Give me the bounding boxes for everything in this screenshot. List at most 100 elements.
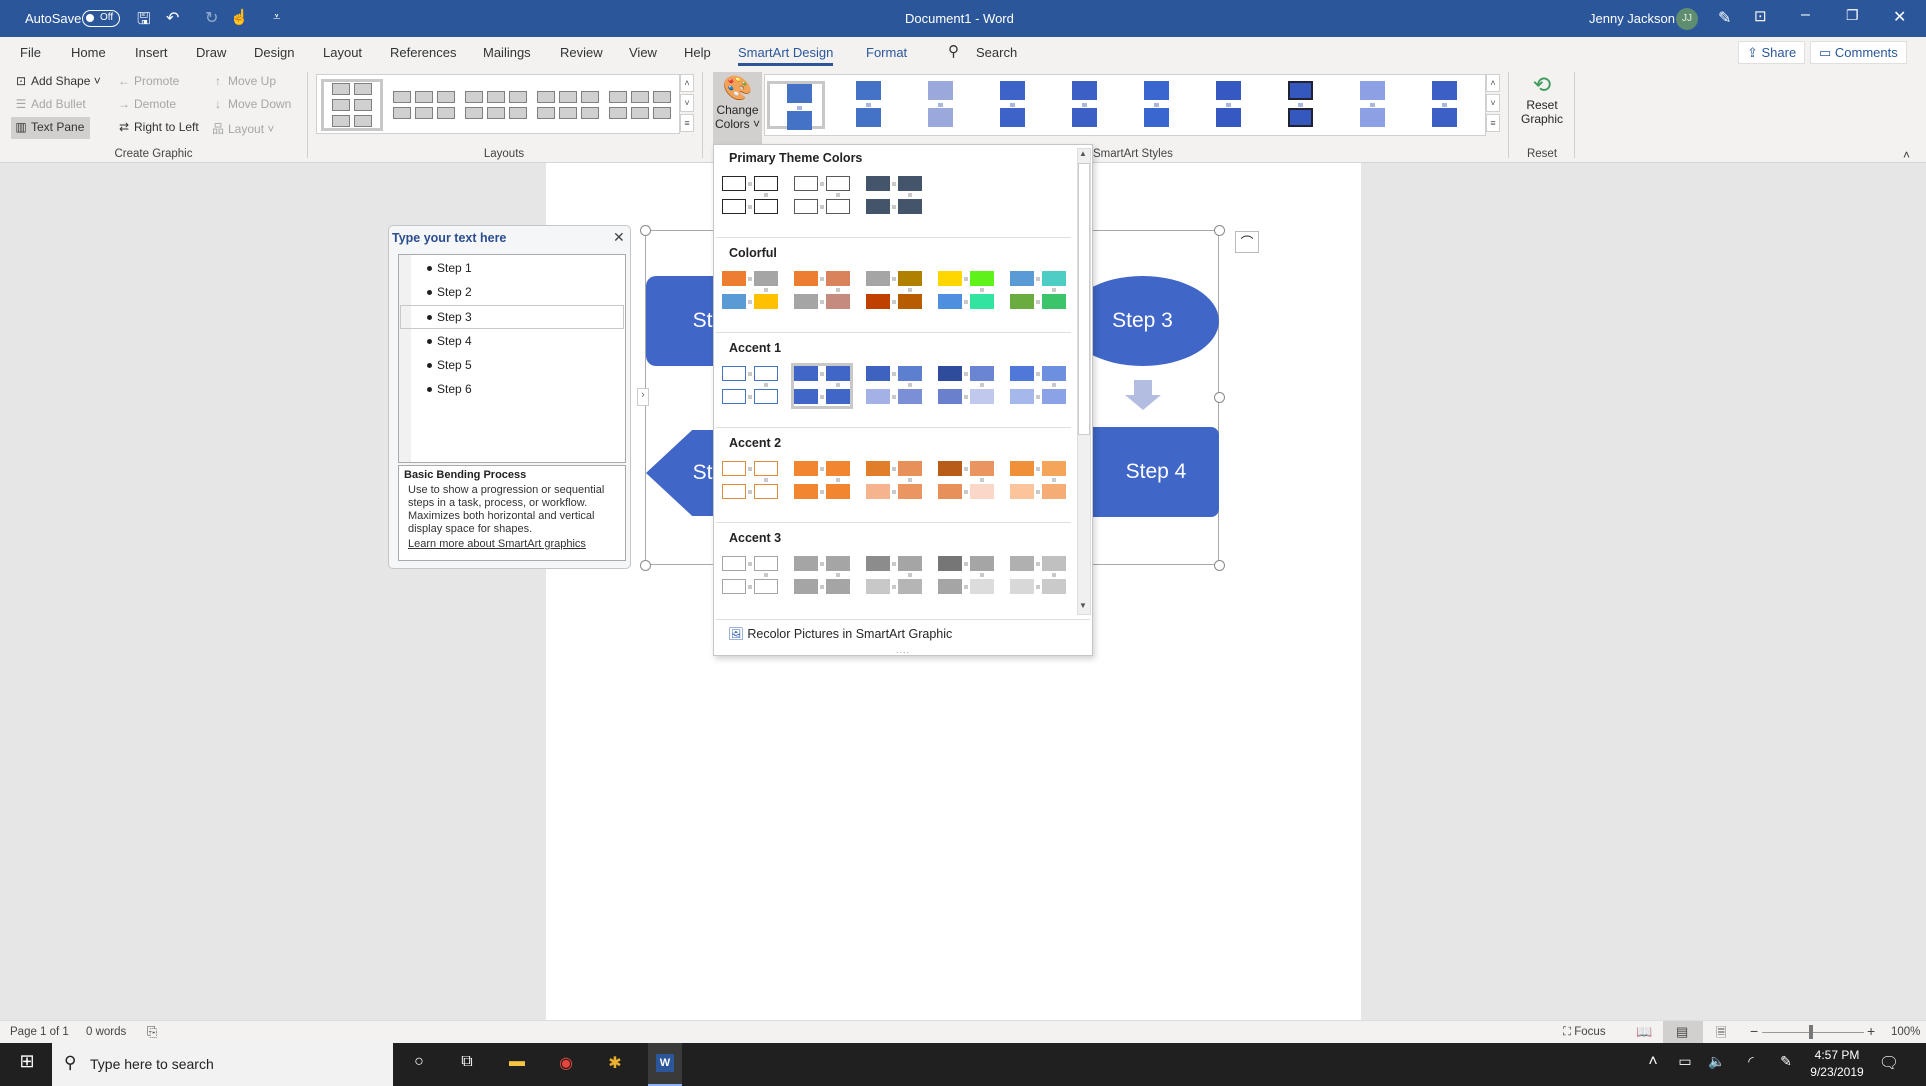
- tab-layout[interactable]: Layout: [323, 45, 362, 60]
- resize-handle[interactable]: [1214, 560, 1225, 571]
- tab-smartart-design[interactable]: SmartArt Design: [738, 45, 834, 66]
- resize-handle[interactable]: [640, 560, 651, 571]
- layout-thumbnail[interactable]: [465, 79, 527, 131]
- close-icon[interactable]: ✕: [613, 229, 625, 246]
- smartart-style-thumbnail[interactable]: [839, 81, 897, 129]
- share-button[interactable]: ⇪ Share: [1738, 41, 1806, 64]
- show-hidden-icons[interactable]: ˄: [1638, 1053, 1668, 1071]
- learn-more-link[interactable]: Learn more about SmartArt graphics: [404, 538, 620, 551]
- gallery-scroll-up[interactable]: ˄: [680, 74, 694, 92]
- scroll-down-icon[interactable]: ▼: [1079, 601, 1087, 610]
- layout-thumbnail[interactable]: [609, 79, 671, 131]
- chrome-icon[interactable]: ◉: [551, 1053, 581, 1073]
- list-item[interactable]: Step 6: [427, 382, 472, 396]
- restore-icon[interactable]: ❐: [1846, 7, 1859, 24]
- smartart-style-thumbnail[interactable]: [1271, 81, 1329, 129]
- layout-thumbnail[interactable]: [321, 79, 383, 131]
- right-to-left-button[interactable]: ⇄ Right to Left: [117, 120, 199, 134]
- tab-insert[interactable]: Insert: [135, 45, 168, 60]
- color-option[interactable]: [935, 553, 997, 599]
- color-option[interactable]: [935, 363, 997, 409]
- proofing-icon[interactable]: ⎘: [147, 1024, 157, 1040]
- page-count[interactable]: Page 1 of 1: [10, 1026, 69, 1038]
- layout-thumbnail[interactable]: [393, 79, 455, 131]
- word-count[interactable]: 0 words: [86, 1026, 126, 1038]
- color-option[interactable]: [863, 173, 925, 219]
- print-layout-button[interactable]: ▤: [1663, 1021, 1703, 1043]
- color-option[interactable]: [863, 268, 925, 314]
- color-option[interactable]: [719, 173, 781, 219]
- promote-button[interactable]: ← Promote: [117, 74, 179, 88]
- clock[interactable]: 4:57 PM 9/23/2019: [1808, 1047, 1866, 1081]
- smartart-style-thumbnail[interactable]: [1055, 81, 1113, 129]
- styles-scroll-down[interactable]: ˅: [1486, 94, 1500, 112]
- color-option[interactable]: [1007, 268, 1069, 314]
- slack-icon[interactable]: ✱: [600, 1053, 630, 1073]
- list-item[interactable]: Step 5: [427, 358, 472, 372]
- color-option[interactable]: [719, 268, 781, 314]
- text-pane-button[interactable]: ▥ Text Pane: [11, 117, 90, 139]
- close-icon[interactable]: ✕: [1893, 7, 1906, 27]
- styles-more[interactable]: ≡: [1486, 114, 1500, 132]
- tab-view[interactable]: View: [629, 45, 657, 60]
- color-option[interactable]: [791, 363, 853, 409]
- windows-start-icon[interactable]: ⊞: [12, 1051, 42, 1072]
- tab-help[interactable]: Help: [684, 45, 711, 60]
- gallery-scroll-down[interactable]: ˅: [680, 94, 694, 112]
- add-bullet-button[interactable]: ☰ Add Bullet: [14, 97, 86, 111]
- color-option[interactable]: [719, 553, 781, 599]
- zoom-in-icon[interactable]: +: [1867, 1023, 1875, 1039]
- zoom-slider-thumb[interactable]: [1809, 1025, 1813, 1039]
- customize-toolbar-icon[interactable]: ⩡: [273, 9, 280, 25]
- smartart-style-thumbnail[interactable]: [911, 81, 969, 129]
- wifi-icon[interactable]: ◜: [1736, 1053, 1766, 1070]
- resize-handle[interactable]: [1214, 225, 1225, 236]
- file-explorer-icon[interactable]: ▬: [502, 1053, 532, 1071]
- tab-review[interactable]: Review: [560, 45, 603, 60]
- text-pane-expand-button[interactable]: ›: [637, 388, 649, 406]
- undo-icon[interactable]: ↶: [166, 8, 179, 28]
- smartart-style-thumbnail[interactable]: [1199, 81, 1257, 129]
- recolor-pictures-item[interactable]: 🖼 Recolor Pictures in SmartArt Graphic: [728, 627, 952, 642]
- ribbon-display-icon[interactable]: ⊡: [1754, 7, 1767, 25]
- smartart-style-thumbnail[interactable]: [1343, 81, 1401, 129]
- search-box[interactable]: Search: [976, 45, 1017, 60]
- color-option[interactable]: [791, 268, 853, 314]
- list-item[interactable]: Step 1: [427, 261, 472, 275]
- styles-scroll-up[interactable]: ˄: [1486, 74, 1500, 92]
- smartart-style-thumbnail[interactable]: [1127, 81, 1185, 129]
- color-option[interactable]: [791, 458, 853, 504]
- list-item[interactable]: Step 3: [427, 310, 472, 324]
- tab-file[interactable]: File: [20, 45, 41, 60]
- tab-design[interactable]: Design: [254, 45, 294, 60]
- taskbar-search[interactable]: ⚲ Type here to search: [52, 1043, 393, 1086]
- zoom-level[interactable]: 100%: [1891, 1026, 1920, 1038]
- resize-handle[interactable]: [640, 225, 651, 236]
- battery-icon[interactable]: ▭: [1670, 1053, 1700, 1070]
- text-pane-list[interactable]: Step 1 Step 2 Step 3 Step 4 Step 5 Step …: [398, 254, 626, 463]
- cortana-icon[interactable]: ○: [404, 1053, 434, 1071]
- color-option[interactable]: [791, 173, 853, 219]
- smartart-style-thumbnail[interactable]: [1415, 81, 1473, 129]
- list-item[interactable]: Step 4: [427, 334, 472, 348]
- move-down-button[interactable]: ↓ Move Down: [211, 97, 291, 111]
- list-item[interactable]: Step 2: [427, 285, 472, 299]
- color-option[interactable]: [1007, 458, 1069, 504]
- move-up-button[interactable]: ↑ Move Up: [211, 74, 276, 88]
- touch-mode-icon[interactable]: ☝: [230, 8, 249, 26]
- color-option[interactable]: [935, 268, 997, 314]
- layout-options-icon[interactable]: ⌒: [1235, 231, 1259, 253]
- task-view-icon[interactable]: ⧉: [452, 1053, 482, 1071]
- redo-icon[interactable]: ↻: [205, 8, 218, 28]
- color-option[interactable]: [863, 363, 925, 409]
- gallery-more[interactable]: ≡: [680, 114, 694, 132]
- color-option[interactable]: [1007, 553, 1069, 599]
- layout-button[interactable]: 品 Layout ˅: [211, 120, 274, 137]
- tab-mailings[interactable]: Mailings: [483, 45, 531, 60]
- notifications-icon[interactable]: 🗨: [1874, 1053, 1904, 1073]
- color-option[interactable]: [719, 458, 781, 504]
- color-option[interactable]: [719, 363, 781, 409]
- volume-icon[interactable]: 🔈: [1702, 1053, 1732, 1070]
- change-colors-button[interactable]: 🎨 Change Colors ˅: [713, 72, 762, 148]
- color-option[interactable]: [1007, 363, 1069, 409]
